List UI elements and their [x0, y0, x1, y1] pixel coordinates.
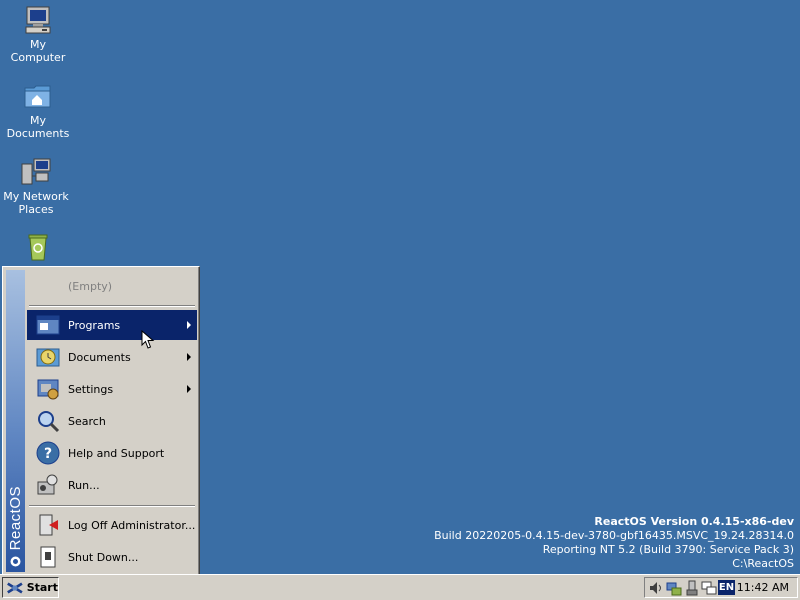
menu-item-label: Settings	[68, 382, 114, 396]
help-icon: ?	[36, 441, 60, 465]
desktop-icon-my-computer[interactable]: My Computer	[0, 4, 76, 64]
volume-icon[interactable]	[648, 580, 664, 596]
desktop-icon-my-documents[interactable]: My Documents	[0, 80, 76, 140]
desktop-icon-recycle-bin[interactable]	[0, 230, 76, 264]
menu-item-label: Log Off Administrator...	[68, 518, 196, 532]
desktop-icon-label: Documents	[6, 127, 70, 140]
menu-item-shut-down[interactable]: Shut Down...	[27, 542, 197, 572]
language-indicator[interactable]: EN	[718, 580, 735, 595]
search-icon	[38, 411, 60, 433]
menu-item-label: Run...	[68, 478, 100, 492]
menu-item-label: (Empty)	[68, 279, 113, 293]
programs-icon	[36, 315, 60, 335]
network-icon[interactable]	[666, 580, 682, 596]
svg-text:?: ?	[44, 446, 52, 462]
menu-item-help-and-support[interactable]: ? Help and Support	[27, 438, 197, 468]
safely-remove-icon[interactable]	[684, 580, 700, 596]
start-button-label: Start	[26, 581, 58, 594]
menu-item-settings[interactable]: Settings	[27, 374, 197, 404]
menu-item-label: Documents	[68, 350, 131, 364]
run-icon	[37, 474, 58, 495]
menu-item-label: Help and Support	[68, 446, 165, 460]
menu-item-log-off[interactable]: Log Off Administrator...	[27, 510, 197, 540]
menu-item-documents[interactable]: Documents	[27, 342, 197, 372]
start-button[interactable]: Start	[2, 577, 59, 598]
reactos-logo-icon	[10, 556, 21, 567]
log-off-icon	[39, 514, 58, 536]
submenu-arrow-icon	[187, 385, 191, 393]
start-menu: ReactOS (Empty) Programs Documents Setti…	[2, 266, 200, 576]
desktop-icon-label: My	[29, 38, 46, 51]
menu-item-run[interactable]: Run...	[27, 470, 197, 500]
settings-icon	[37, 379, 59, 400]
computer-icon	[25, 6, 51, 34]
menu-separator	[29, 305, 195, 307]
documents-folder-icon	[24, 85, 51, 108]
system-tray: EN 11:42 AM	[644, 577, 798, 598]
reactos-logo-icon	[7, 581, 23, 594]
version-build: Build 20220205-0.4.15-dev-3780-gbf16435.…	[434, 529, 794, 542]
banner-text: ReactOS	[7, 485, 24, 550]
version-info: ReactOS Version 0.4.15-x86-dev Build 202…	[434, 515, 794, 571]
desktop-icon-my-network-places[interactable]: My Network Places	[0, 156, 74, 216]
menu-separator	[29, 505, 195, 507]
blank-icon	[35, 273, 61, 299]
mouse-cursor-icon	[141, 330, 155, 349]
desktop-icon-label: My	[29, 114, 46, 127]
menu-item-programs[interactable]: Programs	[27, 310, 197, 340]
documents-icon	[36, 348, 60, 367]
menu-item-empty: (Empty)	[27, 271, 197, 301]
start-menu-banner: ReactOS	[6, 270, 25, 572]
submenu-arrow-icon	[187, 353, 191, 361]
version-path: C:\ReactOS	[732, 557, 794, 570]
taskbar: Start EN 11:42 AM	[0, 574, 800, 600]
menu-item-label: Search	[68, 414, 106, 428]
menu-item-label: Shut Down...	[68, 550, 139, 564]
clock[interactable]: 11:42 AM	[737, 581, 789, 594]
version-title: ReactOS Version 0.4.15-x86-dev	[594, 515, 794, 528]
network-places-icon	[21, 158, 51, 185]
desktop-icon-label: Computer	[10, 51, 66, 64]
shut-down-icon	[40, 546, 56, 568]
menu-item-search[interactable]: Search	[27, 406, 197, 436]
submenu-arrow-icon	[187, 321, 191, 329]
display-icon[interactable]	[701, 580, 717, 596]
menu-item-label: Programs	[68, 318, 121, 332]
desktop-icon-label: Places	[18, 203, 54, 216]
version-reporting: Reporting NT 5.2 (Build 3790: Service Pa…	[542, 543, 794, 556]
desktop-icon-label: My Network	[3, 190, 69, 203]
recycle-bin-icon	[28, 234, 48, 261]
